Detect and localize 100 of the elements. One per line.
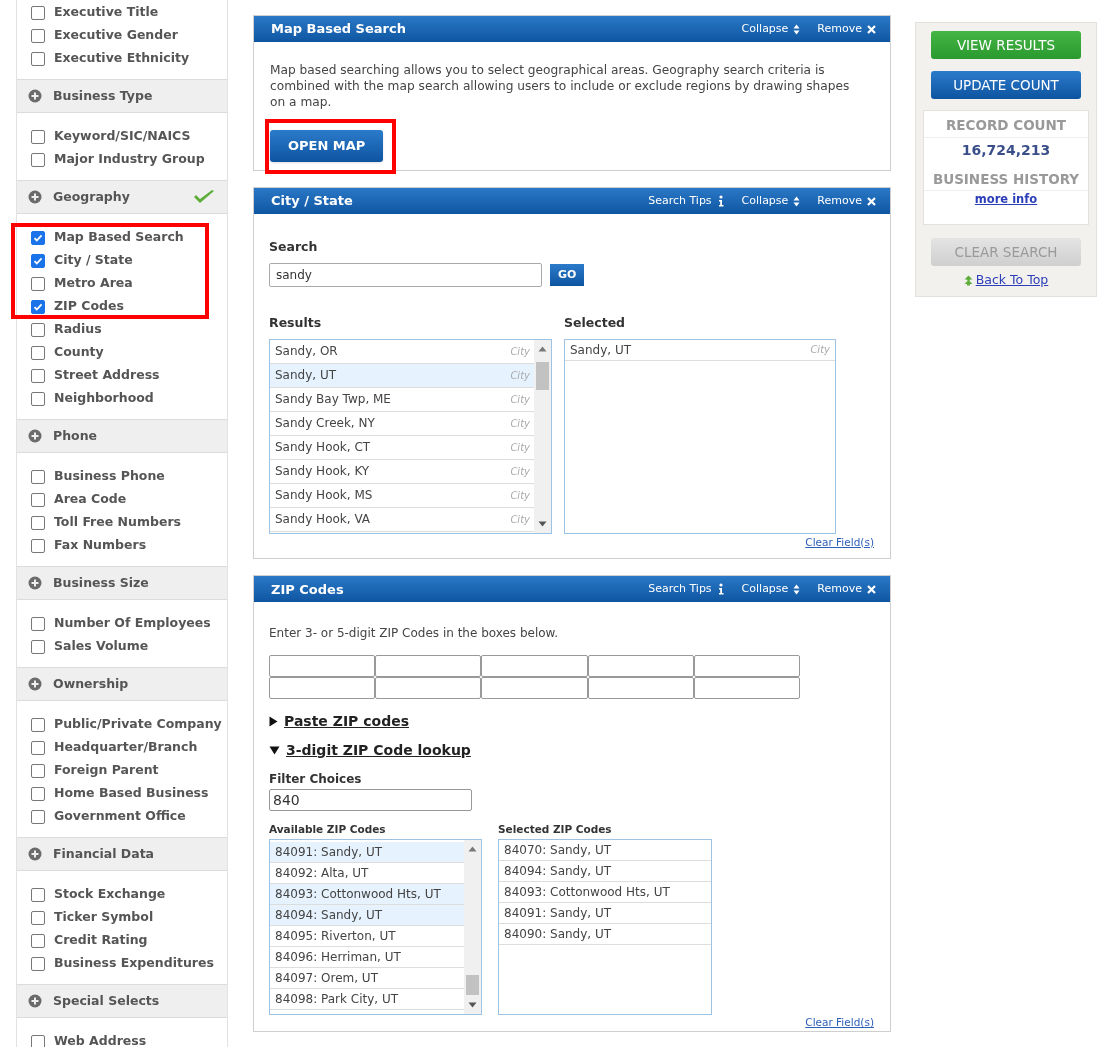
selected-row[interactable]: Sandy, UT City — [565, 339, 835, 361]
filter-checkbox[interactable]: Foreign Parent — [17, 759, 227, 782]
zip-option[interactable]: 84094: Sandy, UT — [270, 905, 464, 926]
section-title: Special Selects — [53, 991, 161, 1010]
search-label: Search — [269, 238, 319, 256]
zip-code-field[interactable] — [693, 677, 800, 700]
filter-checkbox[interactable]: Area Code — [17, 488, 227, 511]
filter-checkbox[interactable]: Credit Rating — [17, 929, 227, 952]
section-header[interactable]: Business Type — [17, 79, 227, 113]
clear-fields-link[interactable]: Clear Field(s) — [805, 1015, 874, 1031]
disclosure-link[interactable]: 3-digit ZIP Code lookup — [269, 740, 471, 762]
filter-checkbox[interactable]: ZIP Codes — [17, 295, 227, 318]
filter-checkbox[interactable]: Major Industry Group — [17, 148, 227, 171]
filter-checkbox[interactable]: Headquarter/Branch — [17, 736, 227, 759]
zip-code-field[interactable] — [693, 655, 800, 678]
zip-code-field[interactable] — [375, 677, 482, 700]
open-map-button[interactable]: OPEN MAP — [270, 130, 384, 162]
filter-checkbox[interactable]: Number Of Employees — [17, 612, 227, 635]
scrollbar[interactable] — [464, 840, 481, 1014]
filter-checkbox[interactable]: Neighborhood — [17, 387, 227, 410]
filter-checkbox[interactable]: Ticker Symbol — [17, 906, 227, 929]
section-header[interactable]: Special Selects — [17, 984, 227, 1018]
filter-checkbox[interactable]: Home Based Business — [17, 782, 227, 805]
search-field[interactable]: sandy — [269, 262, 542, 287]
scroll-down-icon[interactable] — [538, 520, 547, 527]
scrollbar[interactable] — [534, 339, 551, 533]
filter-checkbox[interactable]: Metro Area — [17, 272, 227, 295]
scroll-up-icon[interactable] — [468, 846, 477, 852]
zip-option[interactable]: 84093: Cottonwood Hts, UT — [270, 884, 464, 905]
filter-checkbox[interactable]: Toll Free Numbers — [17, 511, 227, 534]
results-label: Results — [269, 313, 323, 332]
scrollbar-thumb[interactable] — [536, 361, 549, 390]
record-count-label: RECORD COUNT — [924, 115, 1088, 139]
panel-action[interactable]: Collapse — [741, 20, 801, 38]
filter-checkbox[interactable]: Keyword/SIC/NAICS — [17, 125, 227, 148]
panel-action[interactable]: Search Tips — [648, 192, 725, 210]
check-icon — [193, 189, 215, 205]
scroll-down-icon[interactable] — [468, 1002, 477, 1008]
go-button[interactable]: GO — [550, 263, 585, 286]
filter-checkbox[interactable]: Street Address — [17, 364, 227, 387]
filter-checkbox[interactable]: City / State — [17, 249, 227, 272]
scroll-up-icon[interactable] — [538, 345, 547, 352]
filter-checkbox[interactable]: Public/Private Company — [17, 713, 227, 736]
zip-code-field[interactable] — [269, 655, 376, 678]
section-header[interactable]: Ownership — [17, 667, 227, 701]
back-to-top-link[interactable]: Back To Top — [963, 270, 1049, 290]
clear-fields-link[interactable]: Clear Field(s) — [805, 534, 874, 551]
panel-action[interactable]: Remove — [817, 20, 876, 38]
filter-checkbox[interactable]: Map Based Search — [17, 226, 227, 249]
triangle-right-icon — [269, 716, 278, 728]
zip-code-field[interactable] — [375, 655, 482, 678]
filter-checkbox[interactable]: Executive Ethnicity — [17, 47, 227, 70]
filter-field[interactable]: 840 — [269, 789, 472, 812]
filter-checkbox[interactable]: Business Phone — [17, 465, 227, 488]
triangle-down-icon — [269, 746, 280, 756]
zip-code-field[interactable] — [269, 677, 376, 700]
zip-option[interactable]: 84091: Sandy, UT — [270, 842, 464, 863]
panel-action[interactable]: Search Tips — [648, 581, 725, 598]
disclosure-link[interactable]: Paste ZIP codes — [269, 711, 409, 733]
section-header[interactable]: Geography — [17, 180, 227, 214]
section-header[interactable]: Business Size — [17, 566, 227, 600]
record-count-value: 16,724,213 — [961, 141, 1051, 161]
selected-zip-row[interactable]: 84090: Sandy, UT — [499, 924, 711, 945]
filter-checkbox[interactable]: Stock Exchange — [17, 883, 227, 906]
section-header[interactable]: Phone — [17, 419, 227, 453]
more-info-link[interactable]: more info — [974, 190, 1038, 208]
section-title: Financial Data — [53, 844, 156, 863]
filter-checkbox[interactable]: Radius — [17, 318, 227, 341]
filter-checkbox[interactable]: Executive Title — [17, 1, 227, 24]
zip-code-field[interactable] — [587, 677, 694, 700]
panel-action[interactable]: Collapse — [741, 192, 801, 210]
panel-action[interactable]: Collapse — [741, 581, 801, 598]
selected-zip-row[interactable]: 84093: Cottonwood Hts, UT — [499, 882, 711, 903]
filter-checkbox[interactable]: Executive Gender — [17, 24, 227, 47]
panel-action[interactable]: Remove — [817, 581, 876, 598]
sort-arrows-icon — [793, 583, 801, 595]
update-count-button[interactable]: UPDATE COUNT — [931, 71, 1081, 99]
section-header[interactable]: Financial Data — [17, 837, 227, 871]
panel-action[interactable]: Remove — [817, 192, 876, 210]
selected-zip-row[interactable]: 84091: Sandy, UT — [499, 903, 711, 924]
expand-icon — [28, 847, 42, 861]
zip-code-field[interactable] — [587, 655, 694, 678]
filter-checkbox[interactable]: Sales Volume — [17, 635, 227, 658]
filter-checkbox[interactable]: Fax Numbers — [17, 534, 227, 557]
filter-checkbox[interactable]: County — [17, 341, 227, 364]
tick-icon — [33, 232, 43, 243]
expand-icon — [28, 429, 42, 443]
section-title: Business Size — [53, 573, 150, 592]
zip-code-field[interactable] — [481, 677, 588, 700]
zip-code-field[interactable] — [481, 655, 588, 678]
selected-zip-row[interactable]: 84070: Sandy, UT — [499, 840, 711, 861]
filter-checkbox[interactable]: Government Office — [17, 805, 227, 828]
selected-label: Selected — [564, 313, 626, 332]
result-row[interactable]: Sandy, UT City — [270, 363, 534, 388]
selected-zip-row[interactable]: 84094: Sandy, UT — [499, 861, 711, 882]
scrollbar-thumb[interactable] — [466, 975, 479, 995]
filter-checkbox[interactable]: Business Expenditures — [17, 952, 227, 975]
panel-title: Map Based Search — [271, 20, 407, 39]
filter-checkbox[interactable]: Web Address — [17, 1030, 227, 1047]
expand-icon — [28, 190, 42, 204]
